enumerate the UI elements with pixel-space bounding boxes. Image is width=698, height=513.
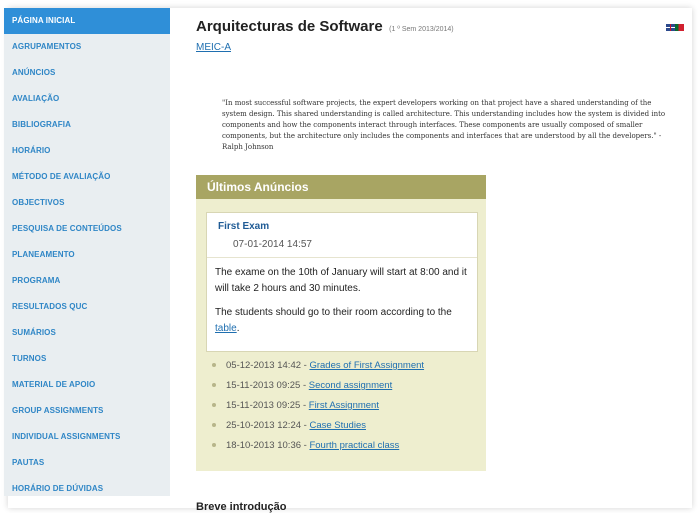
sidebar-item-anuncios[interactable]: ANÚNCIOS (4, 60, 170, 86)
sidebar-item-material-de-apoio[interactable]: MATERIAL DE APOIO (4, 372, 170, 398)
main-content: Arquitecturas de Software (1 º Sem 2013/… (196, 8, 694, 513)
featured-announcement-date: 07-01-2014 14:57 (233, 239, 312, 250)
featured-announcement: First Exam 07-01-2014 14:57 The exame on… (206, 212, 478, 352)
sidebar-item-agrupamentos[interactable]: AGRUPAMENTOS (4, 34, 170, 60)
english-flag-icon[interactable] (666, 24, 675, 31)
page-title: Arquitecturas de Software (196, 18, 383, 35)
table-link[interactable]: table (215, 323, 237, 334)
announcement-date: 15-11-2013 09:25 (226, 380, 301, 391)
list-item: 15-11-2013 09:25 - Second assignment (212, 376, 424, 396)
list-item: 05-12-2013 14:42 - Grades of First Assig… (212, 356, 424, 376)
page-subtitle: (1 º Sem 2013/2014) (389, 26, 454, 33)
list-item: 18-10-2013 10:36 - Fourth practical clas… (212, 436, 424, 456)
bullet-icon (212, 362, 216, 367)
sidebar-item-turnos[interactable]: TURNOS (4, 346, 170, 372)
announcement-link[interactable]: Fourth practical class (309, 440, 399, 451)
language-flags (666, 24, 684, 31)
announcement-link[interactable]: First Assignment (309, 400, 379, 411)
sidebar-item-pautas[interactable]: PAUTAS (4, 450, 170, 476)
featured-announcement-body: The exame on the 10th of January will st… (215, 265, 473, 345)
sidebar-item-avaliacao[interactable]: AVALIAÇÃO (4, 86, 170, 112)
featured-announcement-title[interactable]: First Exam (218, 221, 269, 232)
bullet-icon (212, 382, 216, 387)
paragraph-text: . (236, 323, 240, 334)
portuguese-flag-icon[interactable] (675, 24, 684, 31)
sidebar-item-pesquisa-de-conteudos[interactable]: PESQUISA DE CONTEÚDOS (4, 216, 170, 242)
announcement-date: 05-12-2013 14:42 (226, 360, 302, 371)
sidebar-item-horario-de-duvidas[interactable]: HORÁRIO DE DÚVIDAS (4, 476, 170, 502)
sidebar-item-sumarios[interactable]: SUMÁRIOS (4, 320, 170, 346)
featured-announcement-paragraph: The exame on the 10th of January will st… (215, 267, 467, 294)
sidebar-item-metodo-de-avaliacao[interactable]: MÉTODO DE AVALIAÇÃO (4, 164, 170, 190)
sidebar-item-individual-assignments[interactable]: INDIVIDUAL ASSIGNMENTS (4, 424, 170, 450)
sidebar-item-horario[interactable]: HORÁRIO (4, 138, 170, 164)
sidebar-item-group-assignments[interactable]: GROUP ASSIGNMENTS (4, 398, 170, 424)
section-title: Breve introdução (196, 501, 287, 513)
sidebar-item-objectivos[interactable]: OBJECTIVOS (4, 190, 170, 216)
bullet-icon (212, 442, 216, 447)
announcement-link[interactable]: Second assignment (309, 380, 392, 391)
bullet-icon (212, 402, 216, 407)
list-item: 25-10-2013 12:24 - Case Studies (212, 416, 424, 436)
announcement-date: 25-10-2013 12:24 (226, 420, 302, 431)
sidebar-item-pagina-inicial[interactable]: PÁGINA INICIAL (4, 8, 170, 34)
list-item: 15-11-2013 09:25 - First Assignment (212, 396, 424, 416)
page-title-row: Arquitecturas de Software (1 º Sem 2013/… (196, 18, 454, 36)
announcement-date: 18-10-2013 10:36 (226, 440, 302, 451)
sidebar: PÁGINA INICIAL AGRUPAMENTOS ANÚNCIOS AVA… (4, 8, 170, 496)
divider (207, 257, 477, 258)
sidebar-nav: PÁGINA INICIAL AGRUPAMENTOS ANÚNCIOS AVA… (4, 8, 170, 502)
announcement-list: 05-12-2013 14:42 - Grades of First Assig… (212, 356, 424, 456)
announcement-date: 15-11-2013 09:25 (226, 400, 301, 411)
sidebar-item-programa[interactable]: PROGRAMA (4, 268, 170, 294)
announcements-header: Últimos Anúncios (196, 175, 486, 199)
announcement-link[interactable]: Grades of First Assignment (309, 360, 424, 371)
announcement-link[interactable]: Case Studies (309, 420, 366, 431)
course-link[interactable]: MEIC-A (196, 42, 231, 53)
bullet-icon (212, 422, 216, 427)
sidebar-item-bibliografia[interactable]: BIBLIOGRAFIA (4, 112, 170, 138)
sidebar-item-planeamento[interactable]: PLANEAMENTO (4, 242, 170, 268)
sidebar-item-resultados-quc[interactable]: RESULTADOS QUC (4, 294, 170, 320)
course-quote: "In most successful software projects, t… (222, 99, 666, 151)
paragraph-text: The students should go to their room acc… (215, 307, 452, 318)
announcements-panel: Últimos Anúncios First Exam 07-01-2014 1… (196, 175, 486, 471)
featured-announcement-paragraph: The students should go to their room acc… (215, 305, 473, 337)
